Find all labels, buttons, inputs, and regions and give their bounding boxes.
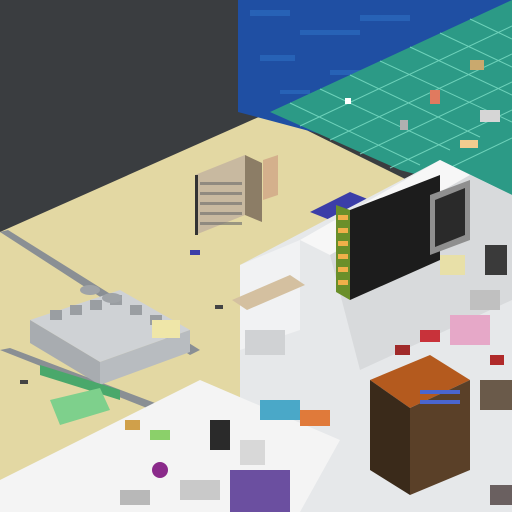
- game-viewport[interactable]: [0, 0, 512, 512]
- robot-arm-icon[interactable]: [485, 245, 507, 275]
- storage-rack-small-icon[interactable]: [263, 155, 278, 200]
- display-stand-icon[interactable]: [440, 255, 465, 275]
- crafter-box-icon[interactable]: [152, 320, 180, 338]
- crafting-tower-icon[interactable]: [370, 355, 470, 495]
- factory-scene[interactable]: [0, 0, 512, 512]
